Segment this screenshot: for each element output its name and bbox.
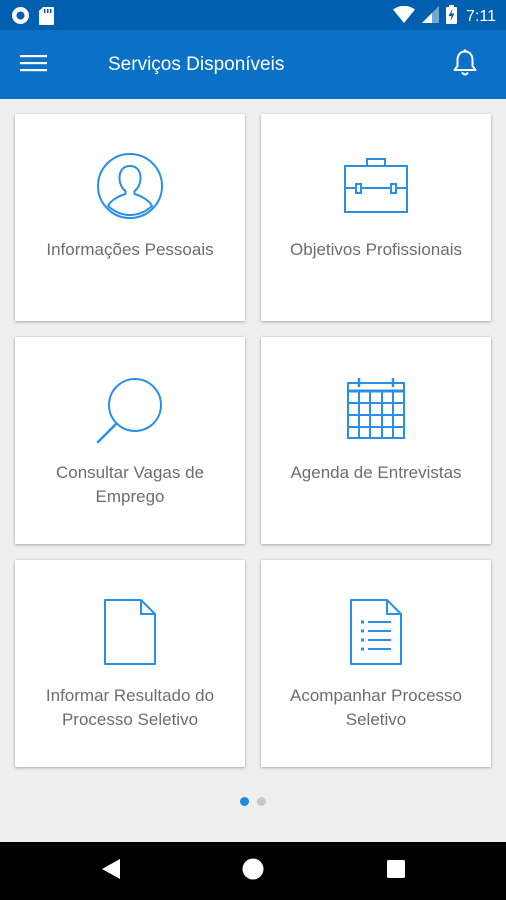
battery-charging-icon: [446, 5, 458, 29]
tile-objetivos-profissionais[interactable]: Objetivos Profissionais: [261, 114, 491, 321]
tile-label: Acompanhar Processo Seletivo: [290, 686, 462, 729]
status-bar: 7:11: [0, 0, 506, 30]
tile-informar-resultado[interactable]: Informar Resultado do Processo Seletivo: [15, 560, 245, 767]
system-navigation-bar: [0, 842, 506, 900]
tile-label: Informar Resultado do Processo Seletivo: [45, 686, 215, 729]
page-dot[interactable]: [257, 797, 266, 806]
user-profile-icon: [96, 152, 164, 225]
app-bar: Serviços Disponíveis: [0, 30, 506, 99]
services-grid: Informações Pessoais Objetivos Profissio…: [0, 99, 506, 839]
home-icon: [242, 858, 264, 885]
notifications-button[interactable]: [448, 48, 482, 82]
briefcase-icon: [343, 157, 409, 220]
tile-acompanhar-processo[interactable]: Acompanhar Processo Seletivo: [261, 560, 491, 767]
sd-card-icon: [39, 6, 54, 30]
back-button[interactable]: [94, 854, 128, 888]
search-icon: [95, 375, 165, 450]
tile-label: Consultar Vagas de Emprego: [55, 463, 205, 506]
tile-label: Agenda de Entrevistas: [290, 463, 462, 482]
bell-icon: [453, 48, 477, 82]
cellular-signal-icon: [422, 6, 440, 28]
tile-label: Informações Pessoais: [46, 240, 214, 259]
page-indicator: [0, 797, 506, 807]
page-title: Serviços Disponíveis: [108, 54, 285, 75]
home-button[interactable]: [236, 854, 270, 888]
page-dot-active[interactable]: [240, 797, 249, 806]
tile-agenda-entrevistas[interactable]: Agenda de Entrevistas: [261, 337, 491, 544]
wifi-icon: [393, 5, 416, 28]
blank-document-icon: [103, 598, 157, 671]
tile-label: Objetivos Profissionais: [290, 240, 462, 259]
tile-consultar-vagas[interactable]: Consultar Vagas de Emprego: [15, 337, 245, 544]
calendar-icon: [344, 377, 408, 446]
document-list-icon: [349, 598, 403, 671]
recents-icon: [386, 859, 406, 884]
back-icon: [101, 858, 121, 885]
hamburger-menu-icon: [20, 53, 48, 78]
recents-button[interactable]: [379, 854, 413, 888]
circle-notification-icon: [11, 6, 30, 30]
menu-button[interactable]: [14, 47, 54, 83]
status-time: 7:11: [466, 8, 496, 25]
tile-informacoes-pessoais[interactable]: Informações Pessoais: [15, 114, 245, 321]
